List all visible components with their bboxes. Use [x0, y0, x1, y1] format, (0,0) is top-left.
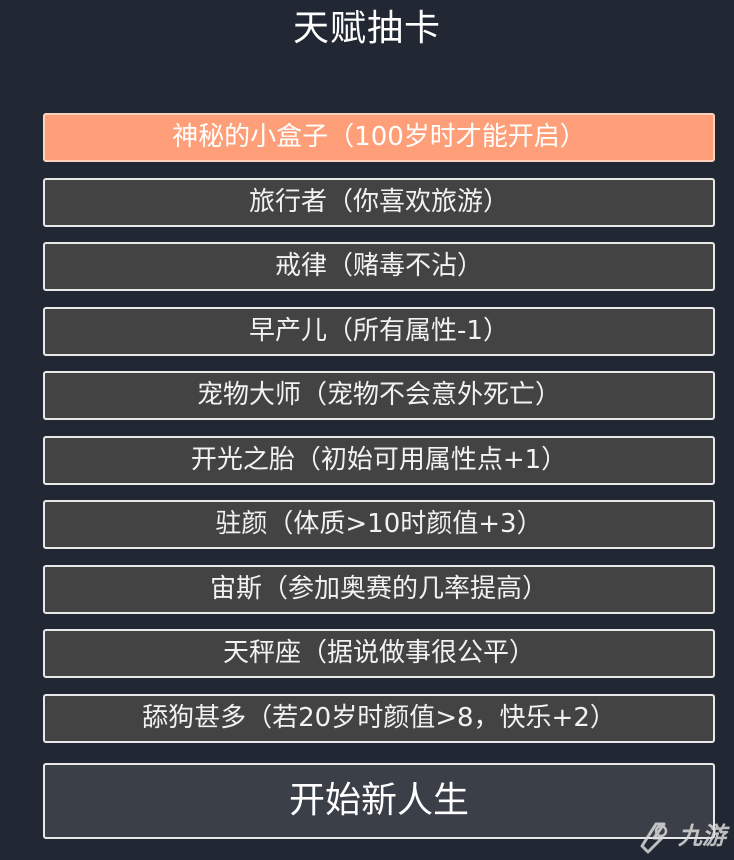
talent-list: 神秘的小盒子（100岁时才能开启） 旅行者（你喜欢旅游） 戒律（赌毒不沾） 早产…: [43, 113, 715, 758]
talent-option-2[interactable]: 旅行者（你喜欢旅游）: [43, 177, 715, 227]
talent-option-8[interactable]: 宙斯（参加奥赛的几率提高）: [43, 564, 715, 614]
watermark: 九游: [622, 816, 726, 856]
talent-option-6[interactable]: 开光之胎（初始可用属性点+1）: [43, 435, 715, 485]
page-title: 天赋抽卡: [292, 8, 441, 49]
talent-option-10[interactable]: 舔狗甚多（若20岁时颜值>8，快乐+2）: [43, 693, 715, 743]
talent-option-4[interactable]: 早产儿（所有属性-1）: [43, 306, 715, 356]
talent-option-7[interactable]: 驻颜（体质>10时颜值+3）: [43, 500, 715, 549]
talent-option-9[interactable]: 天秤座（据说做事很公平）: [43, 629, 715, 678]
jiuyou-logo-icon: [640, 822, 668, 854]
talent-option-5[interactable]: 宠物大师（宠物不会意外死亡）: [43, 371, 715, 420]
talent-option-1[interactable]: 神秘的小盒子（100岁时才能开启）: [43, 113, 715, 162]
start-new-life-button[interactable]: 开始新人生: [43, 763, 715, 839]
talent-option-3[interactable]: 戒律（赌毒不沾）: [43, 242, 715, 291]
watermark-text: 九游: [678, 822, 726, 850]
